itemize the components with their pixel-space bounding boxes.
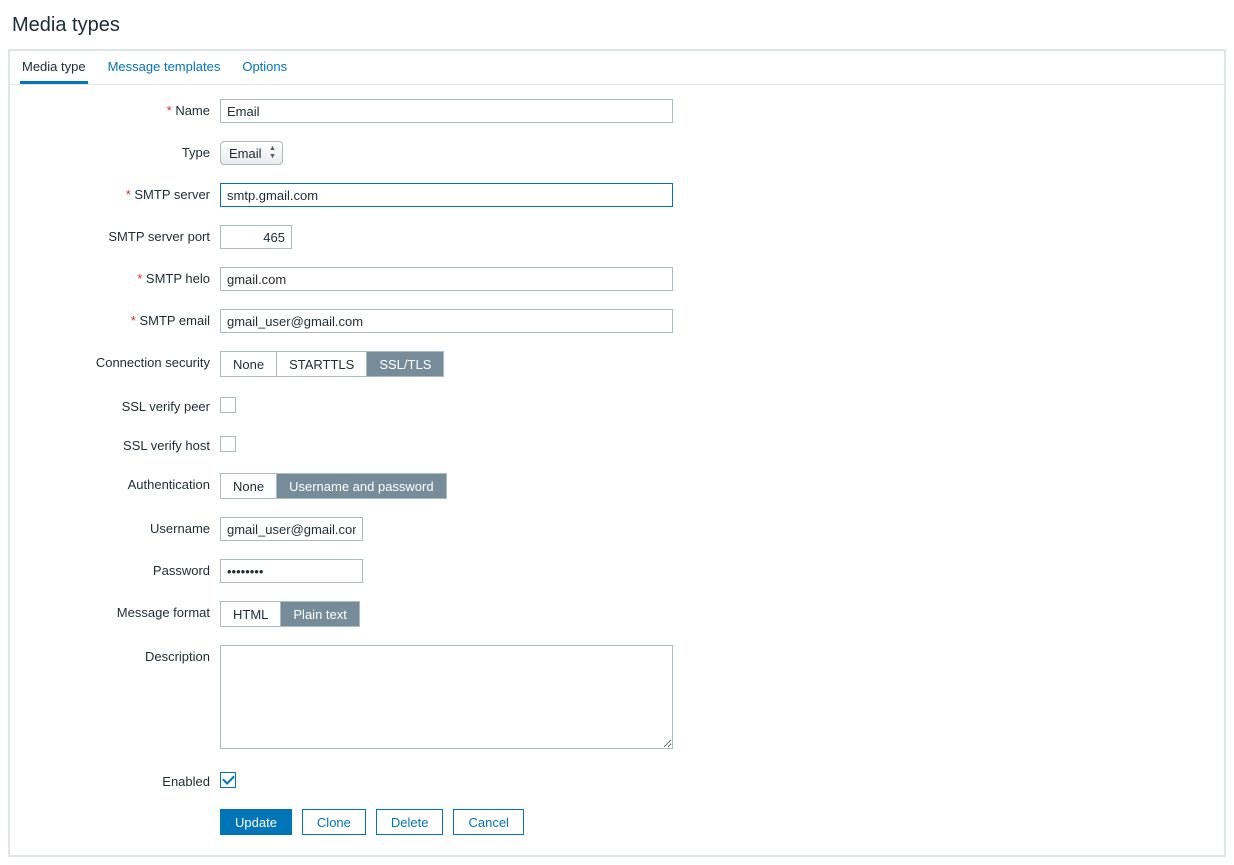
message-format-plain[interactable]: Plain text — [281, 602, 358, 626]
message-format-group: HTML Plain text — [220, 601, 360, 627]
form-buttons: Update Clone Delete Cancel — [220, 809, 524, 835]
smtp-server-label: SMTP server — [126, 187, 210, 202]
authentication-label: Authentication — [128, 477, 210, 492]
smtp-email-input[interactable] — [220, 309, 673, 333]
smtp-port-label: SMTP server port — [108, 229, 210, 244]
media-type-form: Name Type Email ▲▼ SMTP server — [10, 85, 1224, 855]
delete-button[interactable]: Delete — [376, 809, 444, 835]
authentication-none[interactable]: None — [221, 474, 277, 498]
smtp-port-input[interactable] — [220, 225, 292, 249]
ssl-verify-peer-checkbox[interactable] — [220, 397, 236, 413]
select-arrows-icon: ▲▼ — [268, 144, 278, 162]
password-input[interactable] — [220, 559, 363, 583]
ssl-verify-peer-label: SSL verify peer — [122, 399, 210, 414]
tab-options[interactable]: Options — [240, 51, 289, 84]
form-panel: Media type Message templates Options Nam… — [8, 49, 1226, 857]
smtp-helo-label: SMTP helo — [137, 271, 210, 286]
page-title: Media types — [12, 14, 1226, 37]
update-button[interactable]: Update — [220, 809, 292, 835]
type-select[interactable]: Email ▲▼ — [220, 141, 283, 165]
conn-security-group: None STARTTLS SSL/TLS — [220, 351, 444, 377]
username-input[interactable] — [220, 517, 363, 541]
message-format-label: Message format — [117, 605, 210, 620]
smtp-server-input[interactable] — [220, 183, 673, 207]
smtp-email-label: SMTP email — [131, 313, 210, 328]
type-label: Type — [182, 145, 210, 160]
name-input[interactable] — [220, 99, 673, 123]
smtp-helo-input[interactable] — [220, 267, 673, 291]
password-label: Password — [153, 563, 210, 578]
tab-media-type[interactable]: Media type — [20, 51, 88, 84]
description-textarea[interactable] — [220, 645, 673, 749]
username-label: Username — [150, 521, 210, 536]
conn-security-starttls[interactable]: STARTTLS — [277, 352, 367, 376]
ssl-verify-host-checkbox[interactable] — [220, 436, 236, 452]
message-format-html[interactable]: HTML — [221, 602, 281, 626]
conn-security-label: Connection security — [96, 355, 210, 370]
clone-button[interactable]: Clone — [302, 809, 366, 835]
ssl-verify-host-label: SSL verify host — [123, 438, 210, 453]
cancel-button[interactable]: Cancel — [453, 809, 523, 835]
type-select-value: Email — [229, 146, 262, 161]
tab-message-templates[interactable]: Message templates — [106, 51, 223, 84]
enabled-checkbox[interactable] — [220, 772, 236, 788]
name-label: Name — [167, 103, 210, 118]
enabled-label: Enabled — [162, 774, 210, 789]
authentication-group: None Username and password — [220, 473, 447, 499]
authentication-userpass[interactable]: Username and password — [277, 474, 446, 498]
tabs-bar: Media type Message templates Options — [10, 51, 1224, 85]
conn-security-none[interactable]: None — [221, 352, 277, 376]
conn-security-ssltls[interactable]: SSL/TLS — [367, 352, 443, 376]
description-label: Description — [145, 649, 210, 664]
